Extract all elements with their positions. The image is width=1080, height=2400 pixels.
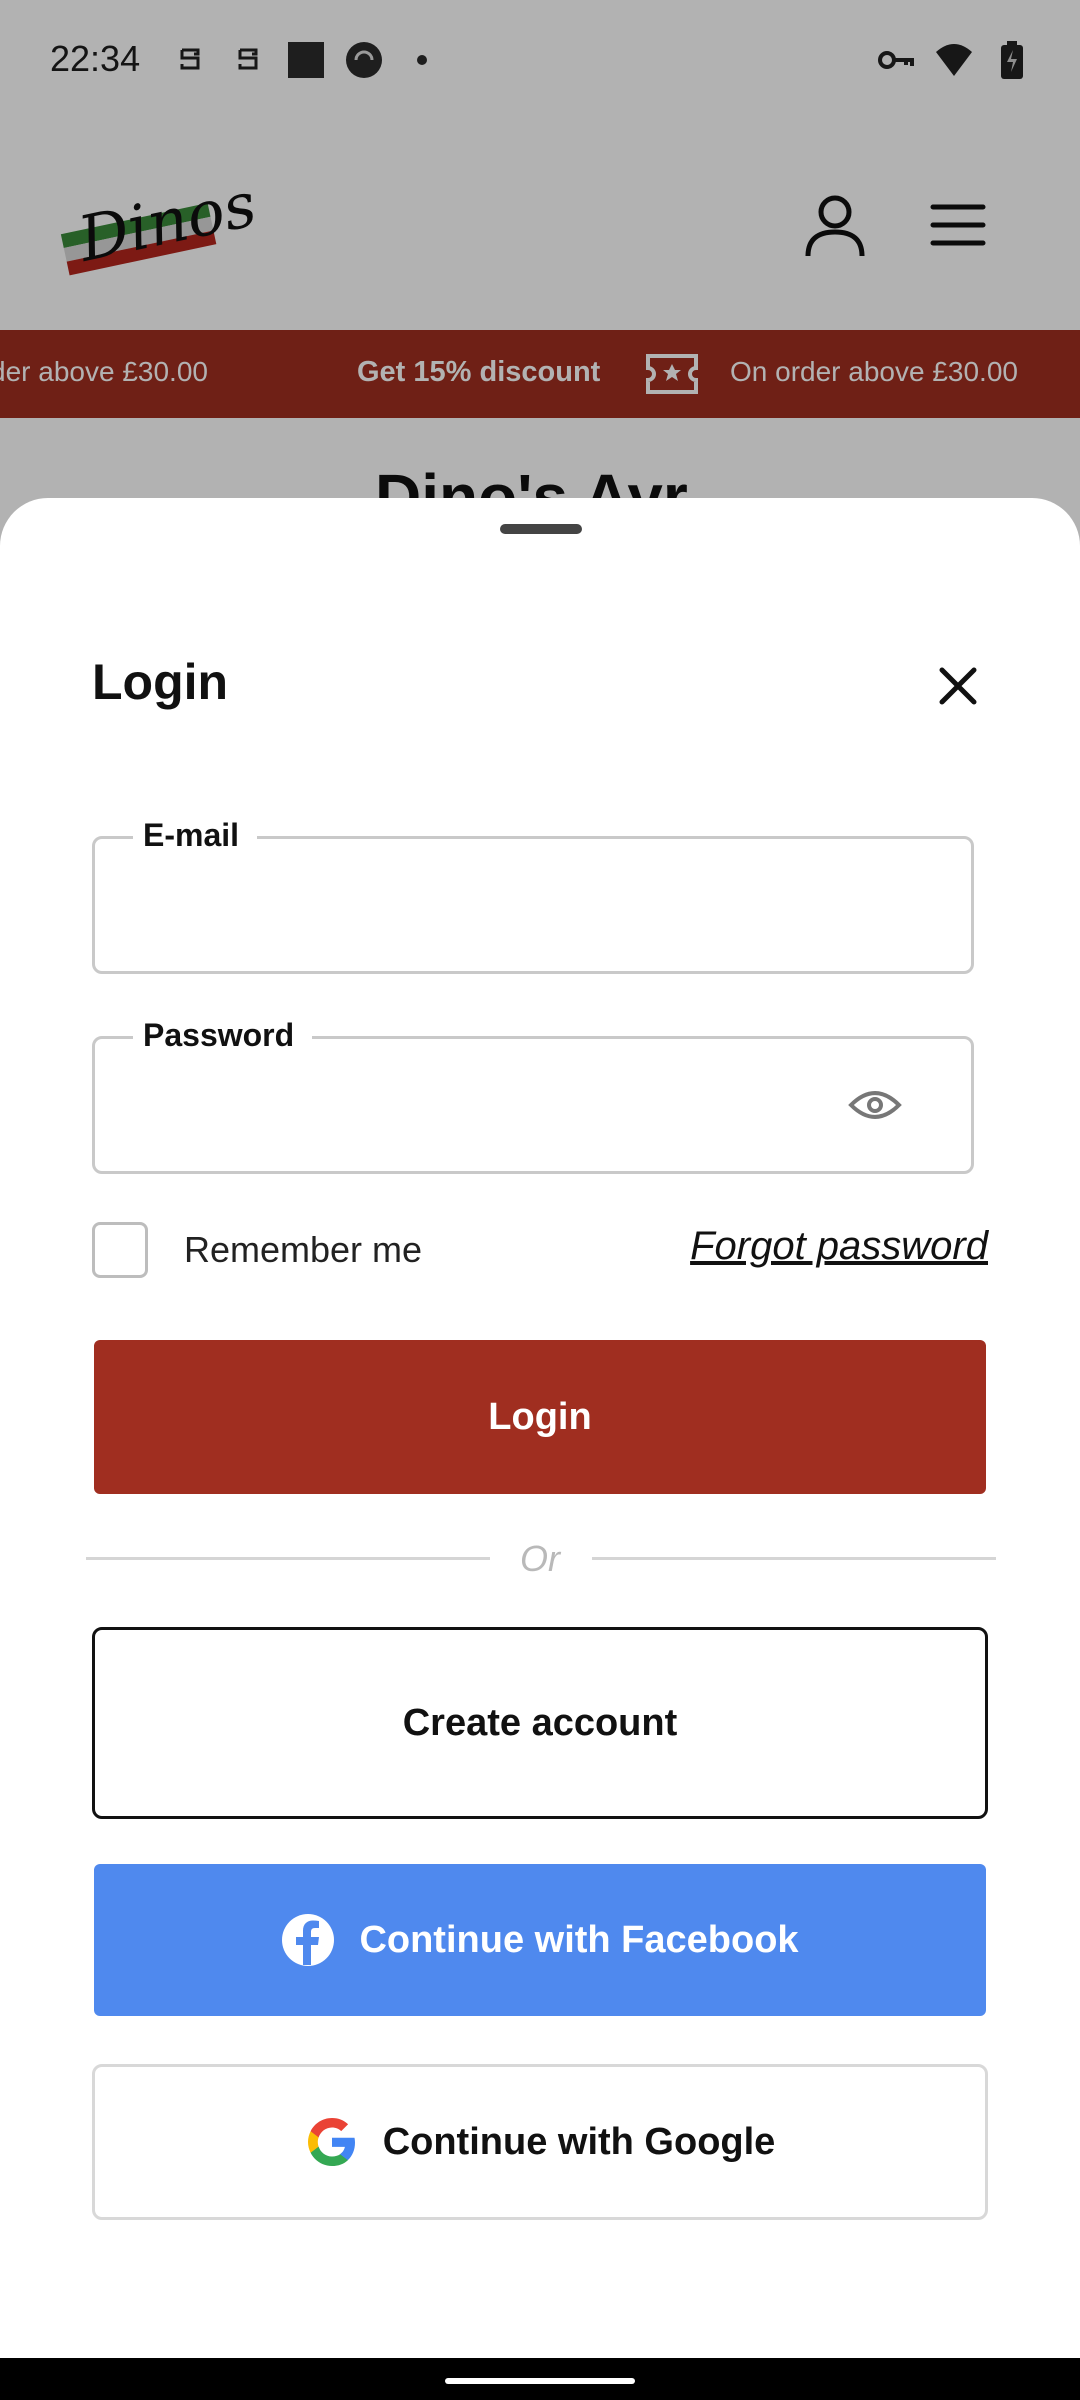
facebook-button-label: Continue with Facebook	[359, 1918, 799, 1961]
continue-with-google-button[interactable]: Continue with Google	[92, 2064, 988, 2220]
login-button-label: Login	[488, 1395, 592, 1438]
system-navigation-bar	[0, 2358, 1080, 2400]
remember-me-label[interactable]: Remember me	[184, 1229, 422, 1271]
remember-me[interactable]: Remember me	[92, 1222, 422, 1278]
password-input[interactable]	[117, 1069, 877, 1139]
or-text: Or	[520, 1538, 560, 1579]
create-account-label: Create account	[402, 1701, 678, 1744]
divider-line	[86, 1557, 490, 1560]
google-icon	[305, 2115, 359, 2169]
remember-me-checkbox[interactable]	[92, 1222, 148, 1278]
password-label: Password	[133, 1017, 313, 1054]
divider-line	[592, 1557, 996, 1560]
close-icon[interactable]	[930, 658, 986, 714]
login-button[interactable]: Login	[94, 1340, 986, 1494]
create-account-button[interactable]: Create account	[92, 1627, 988, 1819]
password-field: Password	[92, 1017, 974, 1174]
login-title: Login	[92, 654, 229, 710]
continue-with-facebook-button[interactable]: Continue with Facebook	[94, 1864, 986, 2016]
home-gesture-pill[interactable]	[445, 2378, 635, 2384]
email-field: E-mail	[92, 817, 974, 974]
login-sheet: Login E-mail Password Remember me Forgot…	[0, 498, 1080, 2358]
email-input[interactable]	[117, 869, 877, 939]
forgot-password-link[interactable]: Forgot password	[690, 1224, 988, 1269]
show-password-eye-icon[interactable]	[847, 1083, 903, 1127]
facebook-icon	[281, 1913, 335, 1967]
google-button-label: Continue with Google	[382, 2120, 776, 2163]
or-divider: Or	[86, 1538, 996, 1579]
sheet-drag-handle[interactable]	[500, 524, 582, 534]
email-label: E-mail	[133, 817, 258, 854]
